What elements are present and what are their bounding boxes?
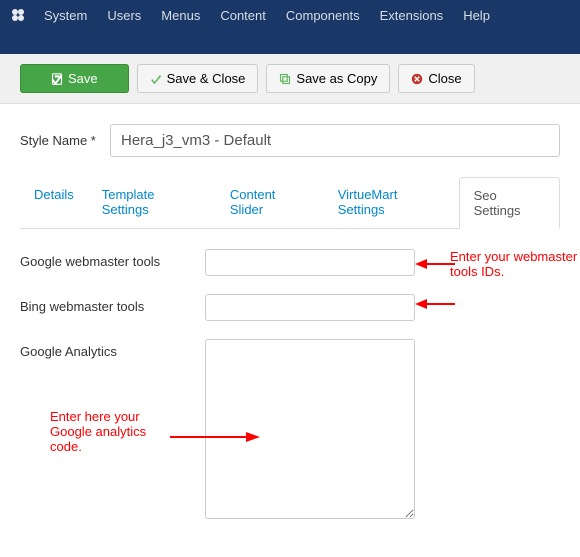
tab-virtuemart-settings[interactable]: VirtueMart Settings — [324, 177, 459, 228]
arrow-annotation-1b — [415, 294, 455, 314]
style-name-input[interactable] — [110, 124, 560, 157]
save-close-label: Save & Close — [167, 71, 246, 86]
google-webmaster-label: Google webmaster tools — [20, 249, 205, 269]
google-analytics-row: Google Analytics Enter here your Google … — [20, 339, 560, 519]
menu-users[interactable]: Users — [97, 8, 151, 23]
google-webmaster-input[interactable] — [205, 249, 415, 276]
annotation-webmaster: Enter your webmaster tools IDs. — [450, 249, 580, 279]
check-icon — [150, 73, 162, 85]
arrow-annotation-1a — [415, 254, 455, 274]
close-button[interactable]: Close — [398, 64, 474, 93]
top-menu-bar: System Users Menus Content Components Ex… — [0, 0, 580, 30]
apply-icon — [51, 73, 63, 85]
google-analytics-label: Google Analytics — [20, 339, 205, 359]
bing-webmaster-row: Bing webmaster tools — [20, 294, 560, 321]
arrow-annotation-2 — [170, 427, 260, 447]
close-label: Close — [428, 71, 461, 86]
bing-webmaster-input[interactable] — [205, 294, 415, 321]
menu-system[interactable]: System — [34, 8, 97, 23]
save-button[interactable]: Save — [20, 64, 129, 93]
tabs-container: Details Template Settings Content Slider… — [20, 177, 560, 229]
menu-content[interactable]: Content — [210, 8, 276, 23]
annotation-analytics: Enter here your Google analytics code. — [50, 409, 180, 454]
tab-template-settings[interactable]: Template Settings — [88, 177, 216, 228]
save-copy-label: Save as Copy — [296, 71, 377, 86]
tab-seo-settings[interactable]: Seo Settings — [459, 177, 560, 229]
save-close-button[interactable]: Save & Close — [137, 64, 259, 93]
tab-details[interactable]: Details — [20, 177, 88, 228]
bing-webmaster-label: Bing webmaster tools — [20, 294, 205, 314]
title-bar — [0, 30, 580, 54]
style-name-row: Style Name * — [20, 124, 560, 157]
copy-icon — [279, 73, 291, 85]
style-name-label: Style Name * — [20, 133, 110, 148]
save-copy-button[interactable]: Save as Copy — [266, 64, 390, 93]
tab-content-slider[interactable]: Content Slider — [216, 177, 324, 228]
content-area: Style Name * Details Template Settings C… — [0, 104, 580, 557]
toolbar: Save Save & Close Save as Copy Close — [0, 54, 580, 104]
save-label: Save — [68, 71, 98, 86]
menu-components[interactable]: Components — [276, 8, 370, 23]
close-icon — [411, 73, 423, 85]
menu-help[interactable]: Help — [453, 8, 500, 23]
google-webmaster-row: Google webmaster tools Enter your webmas… — [20, 249, 560, 276]
menu-extensions[interactable]: Extensions — [370, 8, 454, 23]
menu-menus[interactable]: Menus — [151, 8, 210, 23]
joomla-logo-icon — [10, 7, 26, 23]
